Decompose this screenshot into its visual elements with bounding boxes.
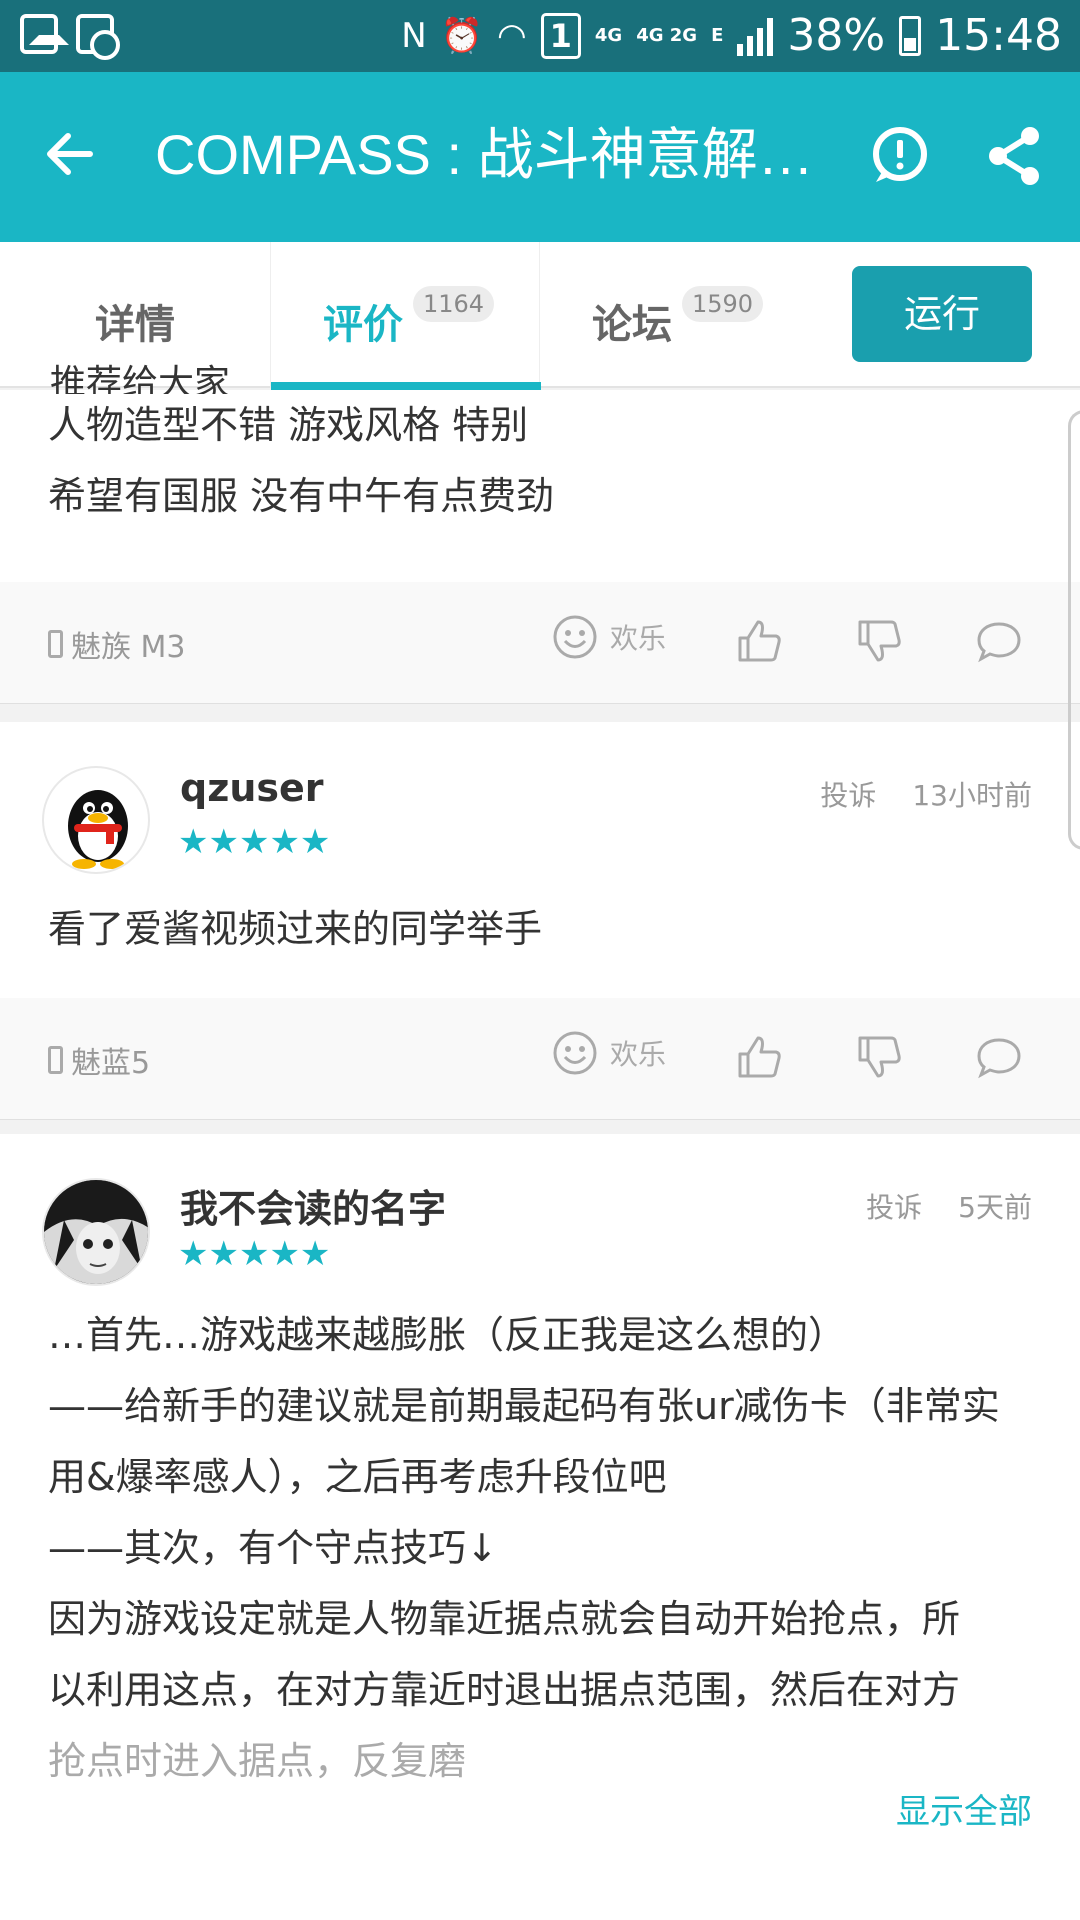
thumbs-down-icon[interactable] [854, 1032, 904, 1082]
review-card: 我不会读的名字 ★★★★★ 投诉 5天前 …首先…游戏越来越膨胀（反正我是这么想… [0, 1134, 1080, 1920]
star-rating: ★★★★★ [178, 1234, 331, 1274]
thumbs-down-icon[interactable] [854, 616, 904, 666]
emotion-label: 欢乐 [610, 622, 667, 655]
review-partial-line: 推荐给大家 [50, 363, 231, 394]
calendar-notification-icon [76, 14, 120, 60]
review-text: 看了爱酱视频过来的同学举手 [48, 907, 543, 951]
signal-icon [737, 16, 774, 56]
username[interactable]: 我不会读的名字 [180, 1178, 446, 1233]
smiley-icon [553, 615, 597, 659]
share-icon[interactable] [984, 124, 1044, 188]
report-icon[interactable] [868, 124, 932, 188]
username[interactable]: qzuser [180, 766, 324, 810]
report-link[interactable]: 投诉 [866, 1186, 922, 1226]
thumbs-up-icon[interactable] [734, 1032, 784, 1082]
avatar[interactable] [42, 1178, 150, 1286]
avatar[interactable] [42, 766, 150, 874]
review-line: 人物造型不错 游戏风格 特别 [48, 403, 529, 447]
review-card: 推荐给大家 人物造型不错 游戏风格 特别 希望有国服 没有中午有点费劲 [0, 363, 1080, 582]
review-text: 人物造型不错 游戏风格 特别 希望有国服 没有中午有点费劲 [48, 390, 554, 532]
alarm-icon: ⏰ [440, 16, 483, 56]
review-line: 希望有国服 没有中午有点费劲 [48, 474, 555, 518]
star-rating: ★★★★★ [178, 822, 331, 862]
review-text: …首先…游戏越来越膨胀（反正我是这么想的） ——给新手的建议就是前期最起码有张u… [48, 1300, 1000, 1797]
battery-icon [899, 16, 922, 56]
review-line: ——给新手的建议就是前期最起码有张ur减伤卡（非常实 [48, 1384, 1000, 1428]
review-line: 以利用这点，在对方靠近时退出据点范围，然后在对方 [48, 1668, 961, 1712]
tab-forum[interactable]: 论坛 1590 [540, 242, 810, 388]
network-type-edge: E [711, 25, 724, 46]
penguin-avatar-icon [68, 790, 128, 869]
battery-percent: 38% [787, 10, 886, 61]
tab-forum-count: 1590 [682, 286, 764, 322]
anime-avatar-icon [44, 1180, 148, 1284]
review-time: 13小时前 [912, 779, 1032, 812]
review-card: qzuser ★★★★★ 投诉 13小时前 看了爱酱视频过来的同学举手 [0, 722, 1080, 998]
report-link[interactable]: 投诉 [820, 774, 876, 814]
tab-reviews-count: 1164 [413, 286, 495, 322]
thumbs-up-icon[interactable] [734, 616, 784, 666]
device-info: 魅族 M3 [48, 622, 186, 666]
review-line: …首先…游戏越来越膨胀（反正我是这么想的） [48, 1313, 847, 1357]
run-button[interactable]: 运行 [852, 266, 1032, 362]
network-type-2: 4G 2G [636, 25, 698, 46]
tab-forum-label: 论坛 [592, 302, 672, 348]
show-all-link[interactable]: 显示全部 [896, 1784, 1032, 1833]
emotion-button[interactable]: 欢乐 [552, 614, 666, 660]
review-meta-bar: 魅族 M3 欢乐 [0, 582, 1080, 704]
comment-icon[interactable] [974, 616, 1024, 666]
back-arrow-icon[interactable] [40, 124, 100, 184]
emotion-button[interactable]: 欢乐 [552, 1030, 666, 1076]
tab-reviews-label: 评价 [323, 302, 403, 348]
device-info: 魅蓝5 [48, 1038, 150, 1082]
active-tab-indicator [271, 382, 541, 390]
review-time: 5天前 [958, 1191, 1032, 1224]
emotion-label: 欢乐 [610, 1038, 667, 1071]
scrollbar[interactable] [1068, 410, 1080, 850]
review-line: 用&爆率感人），之后再考虑升段位吧 [48, 1455, 667, 1499]
wifi-icon: ◠ [496, 16, 527, 56]
review-line: ——其次，有个守点技巧↓ [48, 1526, 498, 1570]
device-name: 魅蓝5 [71, 1046, 151, 1081]
review-line: 抢点时进入据点，反复磨 [48, 1739, 467, 1783]
clock: 15:48 [935, 10, 1062, 61]
sim-indicator: 1 [540, 13, 581, 59]
network-type-1: 4G [594, 25, 623, 46]
phone-icon [48, 1046, 63, 1074]
review-line: 因为游戏设定就是人物靠近据点就会自动开始抢点，所 [48, 1597, 961, 1641]
tab-reviews[interactable]: 评价 1164 [270, 242, 541, 390]
phone-icon [48, 630, 63, 658]
status-bar: N ⏰ ◠ 1 4G 4G 2G E 38% 15:48 [0, 0, 1080, 72]
gallery-notification-icon [20, 14, 69, 54]
comment-icon[interactable] [974, 1032, 1024, 1082]
review-meta-bar: 魅蓝5 欢乐 [0, 998, 1080, 1120]
device-name: 魅族 M3 [71, 630, 186, 665]
nfc-icon: N [401, 16, 427, 56]
app-bar: COMPASS : 战斗神意解… [0, 72, 1080, 242]
page-title: COMPASS : 战斗神意解… [155, 123, 814, 186]
smiley-icon [553, 1031, 597, 1075]
tab-details-label: 详情 [95, 302, 175, 348]
